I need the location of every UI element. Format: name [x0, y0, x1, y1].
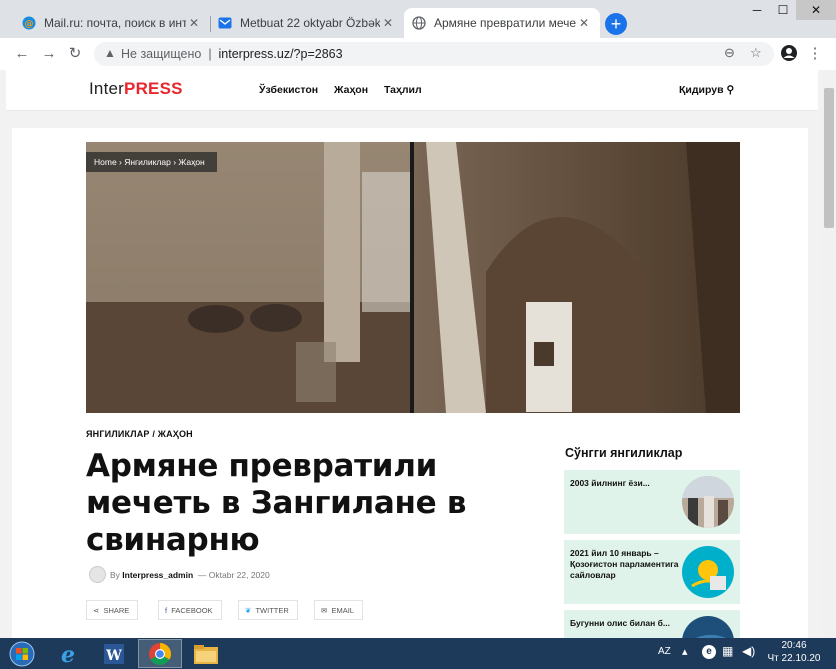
- svg-text:e: e: [61, 642, 75, 666]
- nav-analysis[interactable]: Таҳлил: [384, 84, 422, 96]
- news-card[interactable]: 2003 йилнинг ёзи...: [564, 470, 740, 534]
- share-button[interactable]: ⋖ SHARE: [86, 600, 139, 620]
- email-icon: ✉: [321, 606, 328, 615]
- chrome-icon[interactable]: [138, 639, 182, 668]
- email-label: EMAIL: [331, 606, 354, 615]
- back-icon[interactable]: ←: [12, 44, 32, 64]
- article-title: Армяне превратили мечеть в Зангилане в с…: [86, 448, 467, 558]
- file-explorer-icon[interactable]: [184, 639, 228, 668]
- security-label: Не защищено: [121, 47, 202, 61]
- tab-strip: @ Mail.ru: почта, поиск в интернете ✕ Me…: [0, 0, 836, 38]
- twitter-label: TWITTER: [255, 606, 289, 615]
- email-share-button[interactable]: ✉ EMAIL: [314, 600, 363, 620]
- word-icon[interactable]: W: [92, 639, 136, 668]
- news-card-title: 2021 йил 10 январь – Қозоғистон парламен…: [570, 548, 679, 580]
- search-label: Қидирув: [679, 84, 724, 96]
- twitter-icon: ❦: [245, 606, 252, 615]
- search-icon: ⚲: [726, 84, 735, 96]
- search-button[interactable]: Қидирув ⚲: [679, 84, 734, 96]
- globe-icon: [412, 16, 426, 30]
- close-tab-icon[interactable]: ✕: [186, 15, 202, 31]
- tab-mailru[interactable]: @ Mail.ru: почта, поиск в интернете ✕: [14, 8, 210, 38]
- twitter-share-button[interactable]: ❦ TWITTER: [238, 600, 298, 620]
- hero-image: Home › Янгиликлар › Жаҳон: [86, 142, 740, 413]
- date-dash: —: [197, 569, 207, 580]
- article-categories[interactable]: ЯНГИЛИКЛАР / ЖАҲОН: [86, 429, 193, 439]
- article-content: Home › Янгиликлар › Жаҳон ЯНГИЛИКЛАР / Ж…: [12, 128, 808, 638]
- profile-icon[interactable]: [779, 44, 799, 64]
- web-page: InterPRESS Ўзбекистон Жаҳон Таҳлил Қидир…: [0, 70, 822, 638]
- language-indicator[interactable]: AZ: [658, 646, 671, 657]
- warning-icon: ▲: [104, 46, 116, 60]
- facebook-icon: f: [165, 606, 168, 615]
- tab-armenians[interactable]: Армяне превратили мечеть в Зангилане ✕: [404, 8, 600, 38]
- bookmark-star-icon[interactable]: ☆: [750, 45, 762, 61]
- mailru-icon: @: [22, 16, 36, 30]
- logo-text: Inter: [89, 79, 125, 98]
- news-card-title: Бугунни олис билан б...: [570, 618, 670, 628]
- author-name[interactable]: Interpress_admin: [122, 570, 193, 580]
- logo-text-accent: PRESS: [124, 79, 183, 98]
- author-line: By Interpress_admin — Oktabr 22, 2020: [89, 566, 270, 583]
- browser-toolbar: ← → ↻ ▲ Не защищено | interpress.uz/?p=2…: [0, 38, 836, 70]
- news-card[interactable]: 2021 йил 10 январь – Қозоғистон парламен…: [564, 540, 740, 604]
- news-thumbnail: [682, 476, 734, 528]
- news-thumbnail: [682, 546, 734, 598]
- clock-time: 20:46: [781, 640, 807, 651]
- tray-arrow-icon[interactable]: ▴: [682, 645, 688, 658]
- url-text: interpress.uz/?p=2863: [218, 47, 343, 61]
- start-button[interactable]: [2, 639, 42, 668]
- zoom-icon[interactable]: ⊖: [724, 45, 735, 61]
- breadcrumb[interactable]: Home › Янгиликлар › Жаҳон: [86, 152, 217, 172]
- share-icon: ⋖: [93, 606, 100, 615]
- reload-icon[interactable]: ↻: [65, 44, 85, 64]
- forward-icon[interactable]: →: [39, 44, 59, 64]
- share-label: SHARE: [103, 606, 130, 615]
- news-card[interactable]: Бугунни олис билан б...: [564, 610, 740, 638]
- svg-text:@: @: [25, 20, 34, 30]
- maximize-button[interactable]: ☐: [770, 0, 796, 20]
- facebook-label: FACEBOOK: [171, 606, 213, 615]
- tab-title: Mail.ru: почта, поиск в интернете: [44, 16, 186, 30]
- internet-explorer-icon[interactable]: e: [46, 639, 90, 668]
- menu-icon[interactable]: ⋮: [805, 44, 825, 64]
- news-card-title: 2003 йилнинг ёзи...: [570, 478, 650, 488]
- scrollbar-thumb[interactable]: [824, 88, 834, 228]
- tray-app-icon[interactable]: e: [702, 645, 716, 659]
- svg-text:W: W: [105, 648, 122, 664]
- by-label: By: [110, 569, 120, 580]
- new-tab-button[interactable]: +: [605, 13, 627, 35]
- site-header: InterPRESS Ўзбекистон Жаҳон Таҳлил Қидир…: [6, 70, 818, 111]
- nav-world[interactable]: Жаҳон: [334, 84, 368, 96]
- tab-title: Армяне превратили мечеть в Зангилане: [434, 16, 576, 30]
- close-tab-icon[interactable]: ✕: [380, 15, 396, 31]
- avatar[interactable]: [89, 566, 106, 583]
- facebook-share-button[interactable]: f FACEBOOK: [158, 600, 222, 620]
- tab-metbuat[interactable]: Metbuat 22 oktyabr Özbəkistan ərazi ✕: [210, 8, 404, 38]
- nav-uzbekistan[interactable]: Ўзбекистон: [259, 84, 318, 96]
- clock-date: Чт 22.10.20: [767, 653, 821, 664]
- network-icon[interactable]: ▦: [722, 644, 733, 658]
- volume-icon[interactable]: ◀): [742, 644, 755, 658]
- url-separator: |: [208, 47, 212, 61]
- mosque-photo: [86, 142, 740, 413]
- mail-icon: [218, 16, 232, 30]
- sidebar-title: Сўнгги янгиликлар: [565, 446, 683, 460]
- windows-taskbar: e W AZ ▴ e ▦ ◀) 20:46 Чт 22.10.20: [0, 638, 836, 669]
- tab-title: Metbuat 22 oktyabr Özbəkistan ərazi: [240, 16, 380, 30]
- address-bar[interactable]: ▲ Не защищено | interpress.uz/?p=2863 ⊖ …: [94, 42, 774, 66]
- page-scrollbar[interactable]: [822, 70, 836, 638]
- minimize-button[interactable]: ─: [744, 0, 770, 20]
- news-thumbnail: [682, 616, 734, 638]
- site-logo[interactable]: InterPRESS: [89, 79, 183, 99]
- system-clock[interactable]: 20:46 Чт 22.10.20: [763, 639, 825, 665]
- close-tab-icon[interactable]: ✕: [576, 15, 592, 31]
- post-date: Oktabr 22, 2020: [208, 569, 270, 580]
- close-window-button[interactable]: ✕: [796, 0, 836, 20]
